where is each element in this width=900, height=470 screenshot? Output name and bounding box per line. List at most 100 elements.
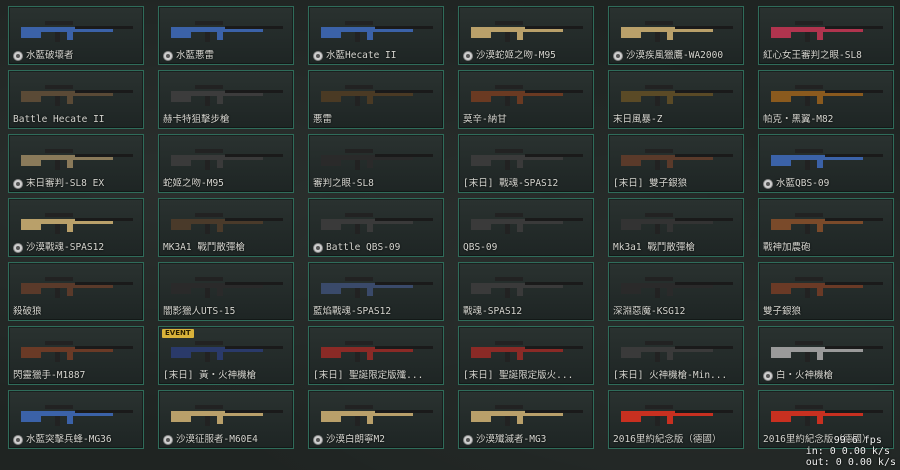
weapon-image bbox=[771, 277, 883, 298]
weapon-label: 悪雷 bbox=[313, 114, 441, 126]
weapon-name: [末日] 聖誕限定版殲... bbox=[313, 370, 424, 381]
weapon-image bbox=[171, 149, 283, 170]
weapon-label: Battle QBS-09 bbox=[313, 242, 441, 254]
weapon-image bbox=[321, 405, 433, 426]
weapon-card[interactable]: 水藍Hecate II bbox=[308, 6, 444, 65]
weapon-image bbox=[771, 213, 883, 234]
weapon-name: [末日] 戰魂-SPAS12 bbox=[463, 178, 559, 189]
weapon-card[interactable]: 白・火神機槍 bbox=[758, 326, 894, 385]
weapon-name: 閃靈獵手-M1887 bbox=[13, 370, 86, 381]
weapon-label: 莫辛-納甘 bbox=[463, 114, 591, 126]
weapon-card[interactable]: 紅心女王審判之眼-SL8 bbox=[758, 6, 894, 65]
rank-badge-icon bbox=[313, 435, 323, 445]
weapon-card[interactable]: QBS-09 bbox=[458, 198, 594, 257]
weapon-image bbox=[171, 405, 283, 426]
weapon-image bbox=[771, 149, 883, 170]
net-out-readout: out: 0 0.00 k/s bbox=[805, 457, 896, 468]
weapon-image bbox=[21, 85, 133, 106]
weapon-card[interactable]: 赫卡特狙擊步槍 bbox=[158, 70, 294, 129]
event-badge: EVENT bbox=[162, 329, 194, 338]
weapon-image bbox=[321, 85, 433, 106]
weapon-name: 赫卡特狙擊步槍 bbox=[163, 114, 230, 125]
weapon-label: [末日] 雙子銀狼 bbox=[613, 178, 741, 190]
weapon-label: 水藍破壞者 bbox=[13, 50, 141, 62]
weapon-name: 深淵惡魔-KSG12 bbox=[613, 306, 686, 317]
weapon-card[interactable]: 蛇姬之吻-M95 bbox=[158, 134, 294, 193]
weapon-image bbox=[21, 341, 133, 362]
weapon-image bbox=[621, 405, 733, 426]
weapon-name: 末日風暴-Z bbox=[613, 114, 663, 125]
weapon-card[interactable]: 水藍突擊兵蜂-MG36 bbox=[8, 390, 144, 449]
weapon-label: 審判之眼-SL8 bbox=[313, 178, 441, 190]
weapon-label: QBS-09 bbox=[463, 242, 591, 254]
weapon-card[interactable]: [末日] 聖誕限定版火... bbox=[458, 326, 594, 385]
weapon-card[interactable]: Battle Hecate II bbox=[8, 70, 144, 129]
weapon-card[interactable]: 末日審判-SL8 EX bbox=[8, 134, 144, 193]
weapon-card[interactable]: 殺破狼 bbox=[8, 262, 144, 321]
weapon-card[interactable]: 沙漠疾風獵鷹-WA2000 bbox=[608, 6, 744, 65]
weapon-label: 水藍Hecate II bbox=[313, 50, 441, 62]
weapon-card[interactable]: 莫辛-納甘 bbox=[458, 70, 594, 129]
weapon-image bbox=[621, 21, 733, 42]
rank-badge-icon bbox=[463, 51, 473, 61]
weapon-name: 紅心女王審判之眼-SL8 bbox=[763, 50, 862, 61]
weapon-card[interactable]: 深淵惡魔-KSG12 bbox=[608, 262, 744, 321]
weapon-card[interactable]: [末日] 雙子銀狼 bbox=[608, 134, 744, 193]
weapon-card[interactable]: 水藍悪雷 bbox=[158, 6, 294, 65]
weapon-name: [末日] 聖誕限定版火... bbox=[463, 370, 574, 381]
weapon-image bbox=[471, 85, 583, 106]
weapon-card[interactable]: MK3A1 戰鬥散彈槍 bbox=[158, 198, 294, 257]
weapon-image bbox=[21, 277, 133, 298]
weapon-card[interactable]: 藍焰戰魂-SPAS12 bbox=[308, 262, 444, 321]
weapon-card[interactable]: 水藍破壞者 bbox=[8, 6, 144, 65]
weapon-name: 沙漠蛇姬之吻-M95 bbox=[476, 50, 556, 61]
weapon-label: 蛇姬之吻-M95 bbox=[163, 178, 291, 190]
weapon-card[interactable]: 帕克・黑翼-M82 bbox=[758, 70, 894, 129]
weapon-card[interactable]: 沙漠蛇姬之吻-M95 bbox=[458, 6, 594, 65]
weapon-name: 戰神加農砲 bbox=[763, 242, 811, 253]
weapon-card[interactable]: 悪雷 bbox=[308, 70, 444, 129]
rank-badge-icon bbox=[763, 371, 773, 381]
weapon-name: Mk3a1 戰鬥散彈槍 bbox=[613, 242, 695, 253]
rank-badge-icon bbox=[463, 435, 473, 445]
weapon-image bbox=[771, 21, 883, 42]
weapon-card[interactable]: 沙漠白朗寧M2 bbox=[308, 390, 444, 449]
weapon-label: 沙漠征服者-M60E4 bbox=[163, 434, 291, 446]
weapon-name: 戰魂-SPAS12 bbox=[463, 306, 523, 317]
weapon-card[interactable]: [末日] 戰魂-SPAS12 bbox=[458, 134, 594, 193]
weapon-card[interactable]: 審判之眼-SL8 bbox=[308, 134, 444, 193]
weapon-card[interactable]: 沙漠征服者-M60E4 bbox=[158, 390, 294, 449]
weapon-image bbox=[621, 213, 733, 234]
weapon-label: 沙漠蛇姬之吻-M95 bbox=[463, 50, 591, 62]
weapon-card[interactable]: 閃靈獵手-M1887 bbox=[8, 326, 144, 385]
weapon-image bbox=[621, 277, 733, 298]
weapon-card[interactable]: 沙漠殲滅者-MG3 bbox=[458, 390, 594, 449]
weapon-card[interactable]: 戰神加農砲 bbox=[758, 198, 894, 257]
weapon-card[interactable]: 闇影獵人UTS-15 bbox=[158, 262, 294, 321]
weapon-card[interactable]: Mk3a1 戰鬥散彈槍 bbox=[608, 198, 744, 257]
weapon-name: 白・火神機槍 bbox=[776, 370, 834, 381]
network-stats-overlay: 99.6 fps in: 0 0.00 k/s out: 0 0.00 k/s bbox=[806, 435, 896, 468]
weapon-card[interactable]: 末日風暴-Z bbox=[608, 70, 744, 129]
weapon-card[interactable]: 雙子銀狼 bbox=[758, 262, 894, 321]
weapon-card[interactable]: 戰魂-SPAS12 bbox=[458, 262, 594, 321]
weapon-label: 深淵惡魔-KSG12 bbox=[613, 306, 741, 318]
weapon-label: 帕克・黑翼-M82 bbox=[763, 114, 891, 126]
weapon-name: 水藍突擊兵蜂-MG36 bbox=[26, 434, 112, 445]
weapon-card[interactable]: 2016里約紀念版（德國） bbox=[608, 390, 744, 449]
weapon-card[interactable]: Battle QBS-09 bbox=[308, 198, 444, 257]
weapon-card[interactable]: 沙漠戰魂-SPAS12 bbox=[8, 198, 144, 257]
weapon-name: 殺破狼 bbox=[13, 306, 42, 317]
weapon-label: 末日審判-SL8 EX bbox=[13, 178, 141, 190]
weapon-card[interactable]: 水藍QBS-09 bbox=[758, 134, 894, 193]
weapon-card[interactable]: [末日] 火神機槍-Min... bbox=[608, 326, 744, 385]
weapon-card[interactable]: [末日] 聖誕限定版殲... bbox=[308, 326, 444, 385]
rank-badge-icon bbox=[613, 51, 623, 61]
weapon-name: 沙漠殲滅者-MG3 bbox=[476, 434, 547, 445]
weapon-label: [末日] 聖誕限定版殲... bbox=[313, 370, 441, 382]
weapon-image bbox=[171, 21, 283, 42]
weapon-name: 雙子銀狼 bbox=[763, 306, 802, 317]
weapon-label: 沙漠疾風獵鷹-WA2000 bbox=[613, 50, 741, 62]
weapon-label: 沙漠白朗寧M2 bbox=[313, 434, 441, 446]
weapon-card[interactable]: EVENT [末日] 黃・火神機槍 bbox=[158, 326, 294, 385]
